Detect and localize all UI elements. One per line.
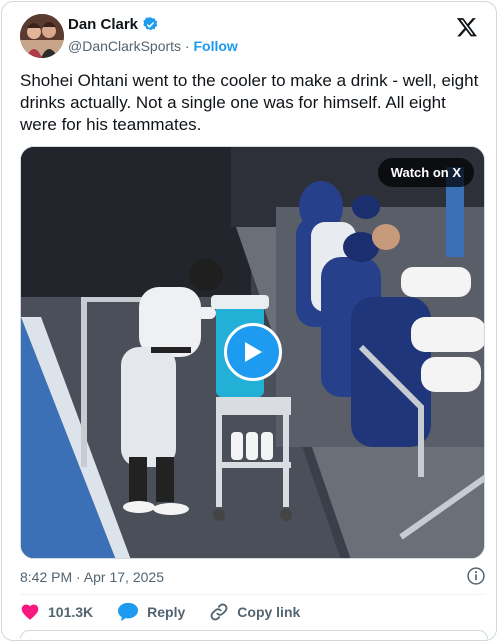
x-logo-icon[interactable] [456,16,478,38]
reply-label: Reply [147,604,186,620]
author-name[interactable]: Dan Clark [68,16,138,33]
video-player[interactable]: Watch on X [20,146,485,559]
play-icon [245,342,262,362]
like-button[interactable]: 101.3K [20,602,93,622]
timestamp[interactable]: 8:42 PM · Apr 17, 2025 [20,569,164,585]
heart-icon [21,604,39,620]
reply-button[interactable]: Reply [117,602,185,622]
handle-separator: · [181,38,194,54]
copy-link-label: Copy link [237,604,301,620]
divider [20,594,486,595]
reply-bubble-icon [118,602,139,622]
next-card-edge [20,630,488,639]
like-count: 101.3K [48,604,94,620]
avatar[interactable] [20,14,64,58]
watch-on-x-button[interactable]: Watch on X [377,158,474,187]
author-names: Dan Clark @DanClarkSports · Follow [68,16,238,54]
play-button[interactable] [224,323,282,381]
link-icon [210,603,228,621]
author-handle[interactable]: @DanClarkSports [68,38,181,54]
follow-button[interactable]: Follow [193,38,237,54]
tweet-header: Dan Clark @DanClarkSports · Follow [20,14,482,62]
action-bar: 101.3K Reply Copy link [20,602,324,622]
timestamp-row: 8:42 PM · Apr 17, 2025 [20,566,486,586]
verified-badge-icon [143,17,158,31]
copy-link-button[interactable]: Copy link [209,602,300,622]
tweet-card: Dan Clark @DanClarkSports · Follow Shohe… [1,1,497,641]
info-icon[interactable] [466,566,486,586]
tweet-text: Shohei Ohtani went to the cooler to make… [20,71,479,134]
